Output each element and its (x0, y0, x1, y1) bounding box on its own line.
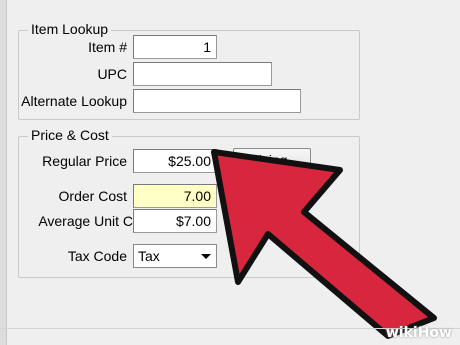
watermark: wikiHow (386, 325, 452, 341)
watermark-suffix: How (417, 325, 452, 341)
watermark-prefix: wiki (385, 325, 418, 341)
arrow-shape (211, 149, 437, 339)
red-arrow-annotation (211, 149, 437, 339)
